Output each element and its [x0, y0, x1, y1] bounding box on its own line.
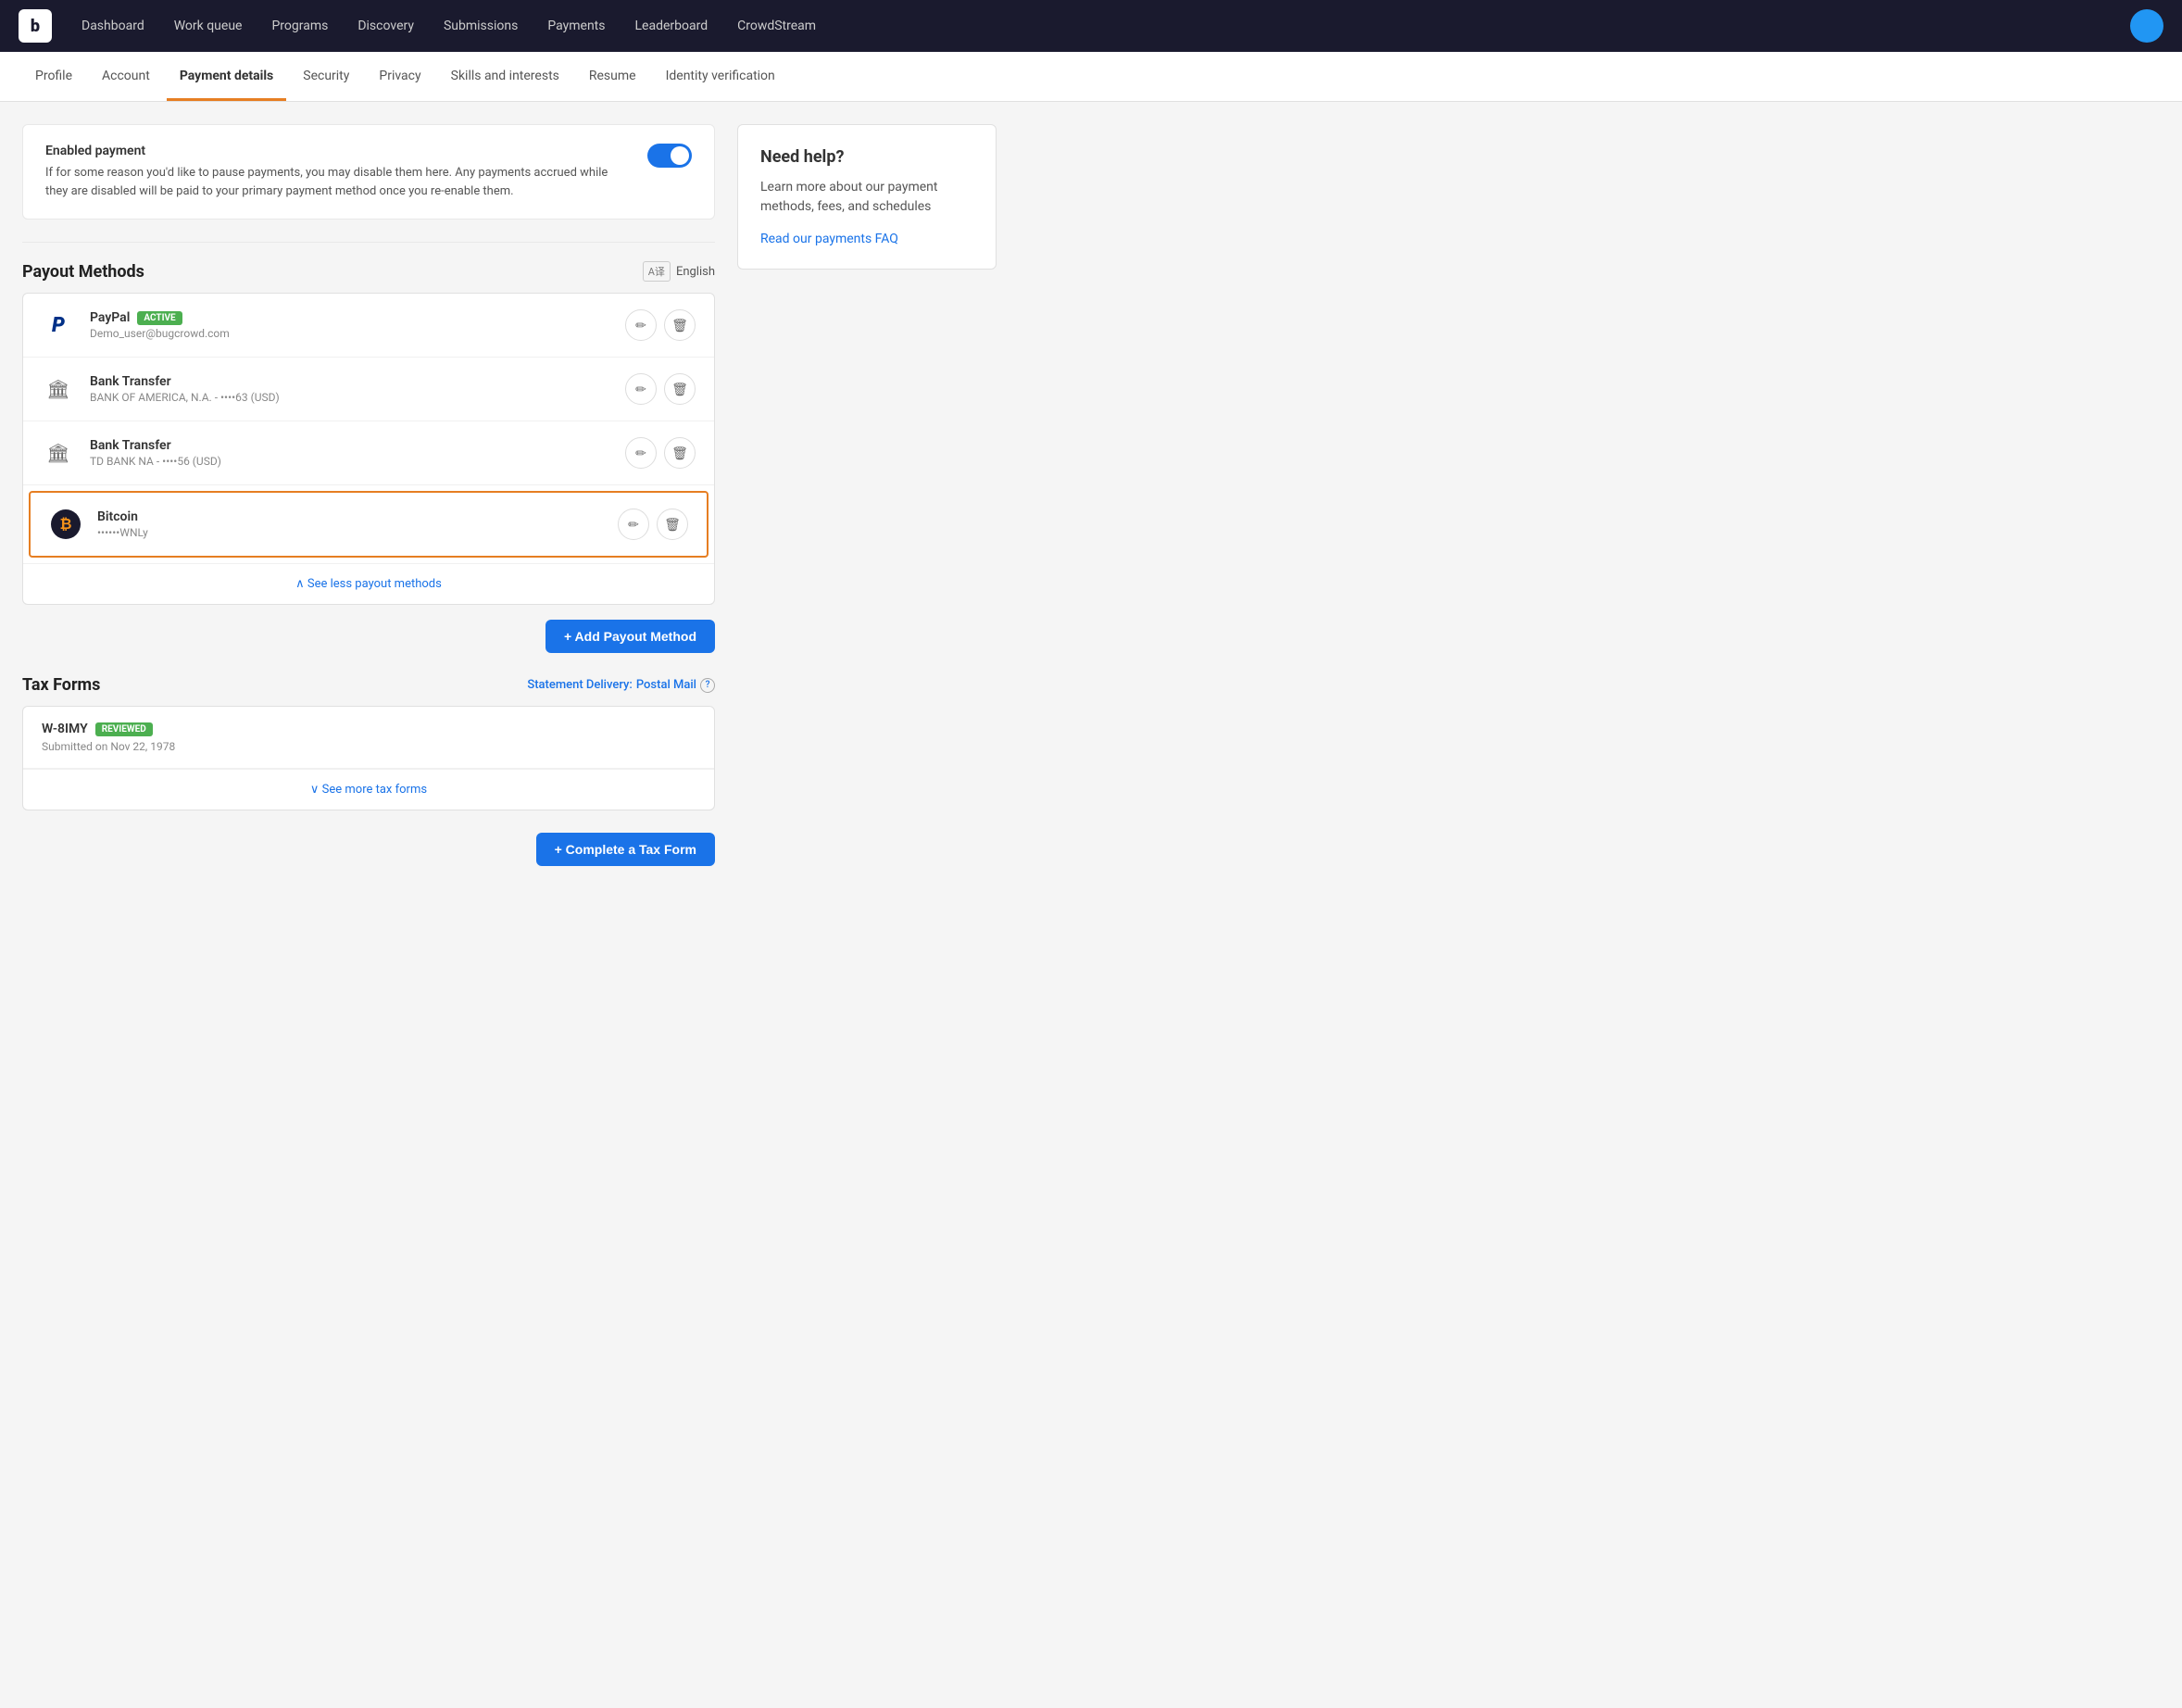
nav-dashboard[interactable]: Dashboard	[70, 13, 156, 39]
payout-methods-header: Payout Methods A译 English	[22, 261, 715, 282]
see-less-payout-link[interactable]: ∧ See less payout methods	[23, 563, 714, 604]
tab-resume[interactable]: Resume	[576, 52, 649, 101]
tax-forms-card: W-8IMY REVIEWED Submitted on Nov 22, 197…	[22, 706, 715, 810]
bitcoin-name: Bitcoin	[97, 509, 603, 524]
tab-skills-interests[interactable]: Skills and interests	[438, 52, 572, 101]
tab-account[interactable]: Account	[89, 52, 163, 101]
sub-navigation: Profile Account Payment details Security…	[0, 52, 2182, 102]
tax-forms-title: Tax Forms	[22, 675, 100, 695]
payout-item-bitcoin: ₿ Bitcoin ••••••WNLy ✏ 🗑	[31, 493, 707, 556]
tax-form-name: W-8IMY REVIEWED	[42, 722, 696, 736]
tax-forms-section: Tax Forms Statement Delivery: Postal Mai…	[22, 675, 715, 810]
logo[interactable]: b	[19, 9, 52, 43]
payment-toggle[interactable]	[647, 144, 692, 168]
bitcoin-edit-button[interactable]: ✏	[618, 509, 649, 540]
bank1-icon: 🏛	[42, 372, 75, 406]
complete-tax-form-button[interactable]: + Complete a Tax Form	[536, 833, 715, 866]
paypal-delete-button[interactable]: 🗑	[664, 309, 696, 341]
statement-delivery-help-icon[interactable]: ?	[700, 678, 715, 693]
paypal-actions: ✏ 🗑	[625, 309, 696, 341]
payout-item-paypal: P PayPal ACTIVE Demo_user@bugcrowd.com ✏…	[23, 294, 714, 358]
top-navigation: b Dashboard Work queue Programs Discover…	[0, 0, 2182, 52]
help-box: Need help? Learn more about our payment …	[737, 124, 997, 270]
help-box-link[interactable]: Read our payments FAQ	[760, 232, 898, 246]
tax-submitted-date: Submitted on Nov 22, 1978	[42, 740, 696, 753]
bank1-info: Bank Transfer BANK OF AMERICA, N.A. - ••…	[90, 374, 610, 404]
bank2-edit-button[interactable]: ✏	[625, 437, 657, 469]
nav-leaderboard[interactable]: Leaderboard	[624, 13, 720, 39]
help-box-description: Learn more about our payment methods, fe…	[760, 178, 973, 217]
payout-item-bitcoin-wrapper: ₿ Bitcoin ••••••WNLy ✏ 🗑	[29, 491, 709, 558]
enabled-payment-description: If for some reason you'd like to pause p…	[45, 164, 633, 200]
bank1-actions: ✏ 🗑	[625, 373, 696, 405]
payout-methods-card: P PayPal ACTIVE Demo_user@bugcrowd.com ✏…	[22, 293, 715, 605]
tab-identity-verification[interactable]: Identity verification	[653, 52, 788, 101]
divider	[22, 242, 715, 243]
bank2-detail: TD BANK NA - ••••56 (USD)	[90, 455, 610, 468]
bitcoin-delete-button[interactable]: 🗑	[657, 509, 688, 540]
tax-reviewed-badge: REVIEWED	[95, 722, 153, 736]
left-panel: Enabled payment If for some reason you'd…	[22, 124, 715, 866]
payout-item-bank1: 🏛 Bank Transfer BANK OF AMERICA, N.A. - …	[23, 358, 714, 421]
complete-tax-form-container: + Complete a Tax Form	[22, 833, 715, 866]
add-payout-method-button[interactable]: + Add Payout Method	[546, 620, 715, 653]
bank2-delete-button[interactable]: 🗑	[664, 437, 696, 469]
bitcoin-actions: ✏ 🗑	[618, 509, 688, 540]
paypal-detail: Demo_user@bugcrowd.com	[90, 327, 610, 340]
tab-security[interactable]: Security	[290, 52, 362, 101]
bank2-actions: ✏ 🗑	[625, 437, 696, 469]
paypal-active-badge: ACTIVE	[137, 311, 182, 325]
bank1-name: Bank Transfer	[90, 374, 610, 389]
bank2-icon: 🏛	[42, 436, 75, 470]
enabled-payment-text: Enabled payment If for some reason you'd…	[45, 144, 633, 200]
nav-work-queue[interactable]: Work queue	[163, 13, 254, 39]
tax-forms-header: Tax Forms Statement Delivery: Postal Mai…	[22, 675, 715, 695]
tax-item-w8imy: W-8IMY REVIEWED Submitted on Nov 22, 197…	[23, 707, 714, 769]
bank2-name: Bank Transfer	[90, 438, 610, 453]
see-more-tax-forms-link[interactable]: ∨ See more tax forms	[23, 769, 714, 810]
language-badge: A译 English	[643, 261, 715, 282]
bitcoin-detail: ••••••WNLy	[97, 526, 603, 539]
bank2-info: Bank Transfer TD BANK NA - ••••56 (USD)	[90, 438, 610, 468]
bitcoin-info: Bitcoin ••••••WNLy	[97, 509, 603, 539]
enabled-payment-title: Enabled payment	[45, 144, 633, 158]
right-panel: Need help? Learn more about our payment …	[737, 124, 997, 866]
tab-payment-details[interactable]: Payment details	[167, 52, 286, 101]
bank1-detail: BANK OF AMERICA, N.A. - ••••63 (USD)	[90, 391, 610, 404]
paypal-icon: P	[42, 308, 75, 342]
enabled-payment-section: Enabled payment If for some reason you'd…	[22, 124, 715, 220]
paypal-name: PayPal ACTIVE	[90, 310, 610, 325]
nav-submissions[interactable]: Submissions	[433, 13, 529, 39]
language-label: English	[676, 265, 715, 279]
bank1-delete-button[interactable]: 🗑	[664, 373, 696, 405]
main-content: Enabled payment If for some reason you'd…	[0, 102, 1019, 888]
tab-privacy[interactable]: Privacy	[366, 52, 433, 101]
payout-item-bank2: 🏛 Bank Transfer TD BANK NA - ••••56 (USD…	[23, 421, 714, 485]
paypal-edit-button[interactable]: ✏	[625, 309, 657, 341]
help-box-title: Need help?	[760, 147, 973, 167]
bank1-edit-button[interactable]: ✏	[625, 373, 657, 405]
nav-discovery[interactable]: Discovery	[346, 13, 425, 39]
language-icon: A译	[643, 261, 671, 282]
nav-crowdstream[interactable]: CrowdStream	[726, 13, 827, 39]
tab-profile[interactable]: Profile	[22, 52, 85, 101]
user-avatar[interactable]	[2130, 9, 2163, 43]
payout-methods-title: Payout Methods	[22, 262, 144, 282]
add-payout-method-container: + Add Payout Method	[22, 620, 715, 653]
nav-programs[interactable]: Programs	[260, 13, 339, 39]
nav-payments[interactable]: Payments	[536, 13, 616, 39]
bitcoin-icon: ₿	[49, 508, 82, 541]
statement-delivery: Statement Delivery: Postal Mail ?	[527, 678, 715, 693]
paypal-info: PayPal ACTIVE Demo_user@bugcrowd.com	[90, 310, 610, 340]
